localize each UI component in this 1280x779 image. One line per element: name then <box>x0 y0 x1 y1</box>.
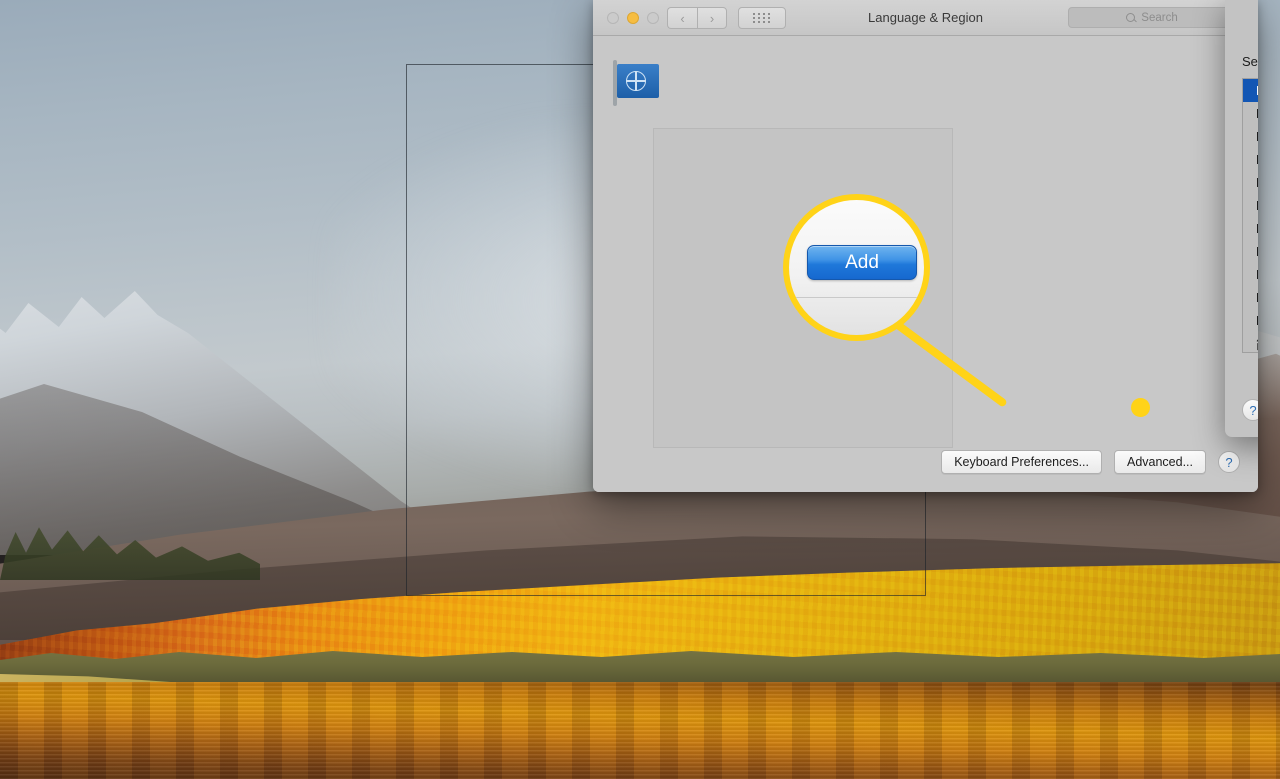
language-native-name: 简体中文 <box>1256 334 1258 352</box>
language-row[interactable]: English (South Africa)—English (South Af… <box>1243 240 1258 263</box>
help-button[interactable]: ? <box>1218 451 1240 473</box>
language-row[interactable]: English (U.K.)—English (UK) <box>1243 263 1258 286</box>
language-native-name: Español (EE. UU.) <box>1256 83 1258 98</box>
globe-icon <box>626 71 646 91</box>
sheet-prompt-label: Select a preferred language to add: <box>1242 54 1258 69</box>
language-native-name: English (U.K.) <box>1256 267 1258 282</box>
window-titlebar[interactable]: ‹ › Language & Region Search <box>593 0 1258 36</box>
language-native-name: Français <box>1256 290 1258 305</box>
language-row[interactable]: 简体中文—Chinese, Simplified <box>1243 332 1258 352</box>
window-bottom-button-row: Keyboard Preferences... Advanced... ? <box>941 450 1240 474</box>
advanced-button[interactable]: Advanced... <box>1113 450 1206 474</box>
language-row[interactable]: English (New Zealand)—English (New Zeala… <box>1243 194 1258 217</box>
language-row[interactable]: English (Australia)—English (Australia) <box>1243 102 1258 125</box>
language-row[interactable]: English (Singapore)—English (Singapore) <box>1243 217 1258 240</box>
search-icon <box>1126 13 1136 22</box>
language-native-name: English (Singapore) <box>1256 221 1258 236</box>
language-row[interactable]: English (Ireland)—English (Ireland) <box>1243 171 1258 194</box>
preferences-body: Keyboard Preferences... Advanced... ? <box>593 36 1258 492</box>
language-native-name: English (Canada) <box>1256 129 1258 144</box>
preferred-languages-panel <box>653 128 953 448</box>
language-native-name: English (New Zealand) <box>1256 198 1258 213</box>
language-native-name: English (Australia) <box>1256 106 1258 121</box>
system-preferences-window: ‹ › Language & Region Search Keyboard Pr… <box>593 0 1258 492</box>
language-row[interactable]: Deutsch—German <box>1243 309 1258 332</box>
search-placeholder: Search <box>1141 11 1178 24</box>
search-input[interactable]: Search <box>1068 7 1236 28</box>
add-language-sheet: Select a preferred language to add: Espa… <box>1225 0 1258 437</box>
language-native-name: English (Ireland) <box>1256 175 1258 190</box>
keyboard-preferences-button[interactable]: Keyboard Preferences... <box>941 450 1102 474</box>
language-list[interactable]: Español (EE. UU.)—Spanish (US)English (A… <box>1242 78 1258 353</box>
language-native-name: Deutsch <box>1256 313 1258 328</box>
language-native-name: English (South Africa) <box>1256 244 1258 259</box>
wallpaper-lake-ripples <box>0 682 1280 779</box>
language-row[interactable]: English (Canada)—English (Canada) <box>1243 125 1258 148</box>
language-row[interactable]: English (India)—English (India) <box>1243 148 1258 171</box>
language-native-name: English (India) <box>1256 152 1258 167</box>
language-flag-icon <box>613 60 659 106</box>
sheet-help-button[interactable]: ? <box>1242 399 1258 421</box>
language-row[interactable]: Français—French <box>1243 286 1258 309</box>
language-row[interactable]: Español (EE. UU.)—Spanish (US) <box>1243 79 1258 102</box>
